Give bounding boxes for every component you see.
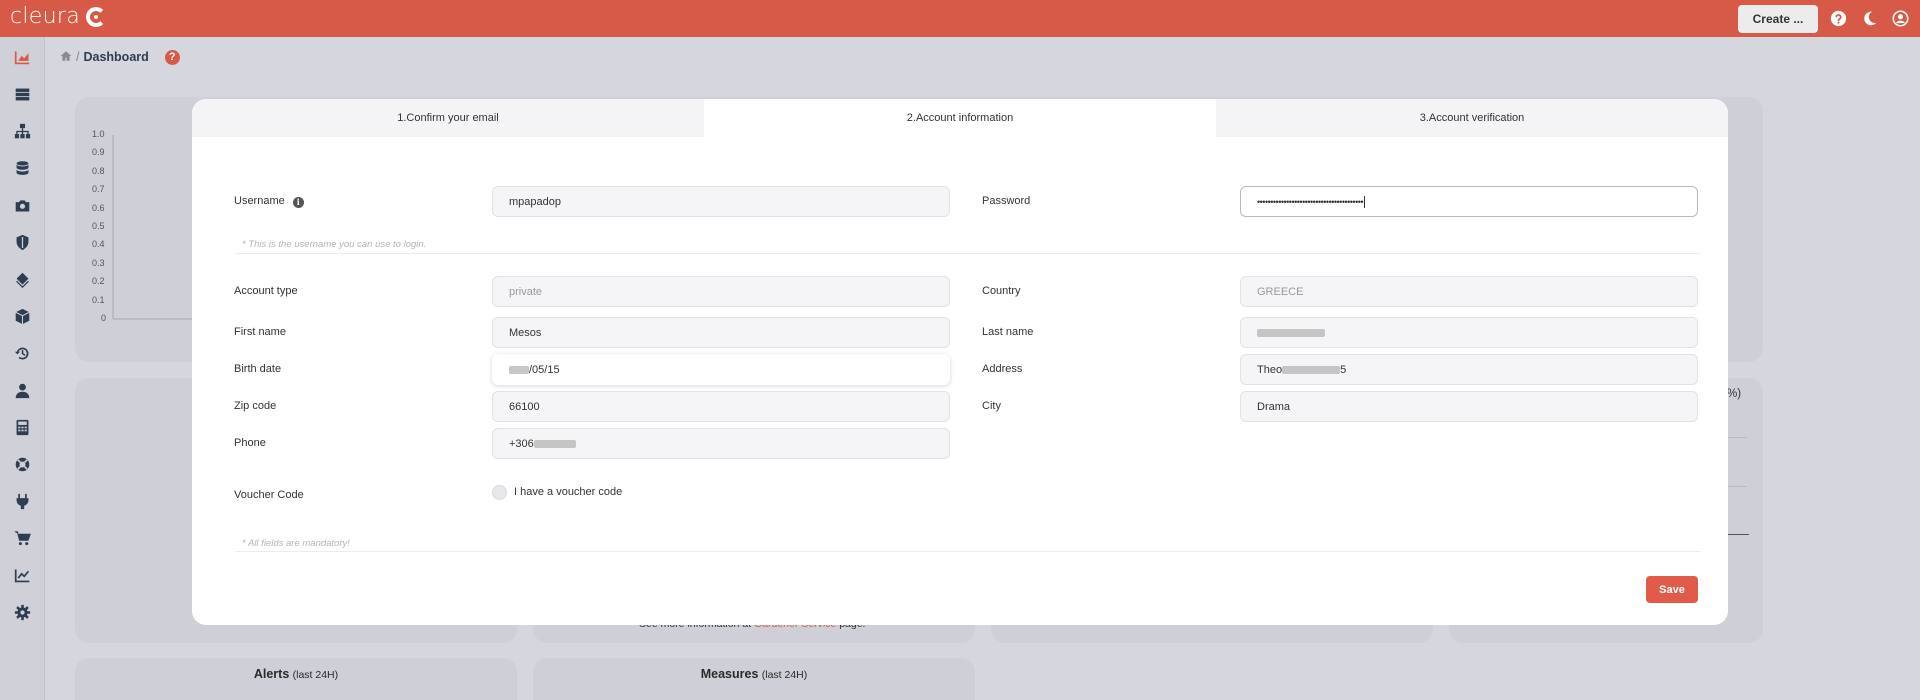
sidebar-dashboard-chart-icon[interactable]	[12, 47, 32, 67]
chart-y-tick: 0.2	[92, 276, 105, 287]
measures-title-text: Measures	[700, 667, 759, 681]
alerts-title-text: Alerts	[253, 667, 290, 681]
city-input[interactable]: Drama	[1240, 391, 1698, 422]
chart-y-tick: 0.1	[92, 294, 105, 305]
voucher-checkbox-label[interactable]: I have a voucher code	[514, 486, 622, 498]
birth-date-label: Birth date	[234, 363, 282, 375]
password-masked-value: ••••••••••••••••••••••••••••••••••••••••	[1257, 196, 1364, 207]
tab-account-information[interactable]: 2.Account information	[704, 99, 1216, 137]
dark-mode-moon-icon[interactable]	[1861, 10, 1878, 27]
address-label: Address	[982, 363, 1023, 375]
alerts-subtitle: (last 24H)	[292, 669, 339, 681]
redacted-birth-year	[509, 365, 529, 374]
phone-prefix: +306	[509, 437, 534, 450]
home-icon[interactable]	[60, 50, 72, 65]
divider-bottom	[236, 551, 1700, 552]
sidebar-cart-icon[interactable]	[12, 528, 32, 548]
user-account-icon[interactable]	[1892, 10, 1909, 27]
username-label: Username i	[234, 195, 304, 208]
password-label: Password	[982, 195, 1031, 207]
username-label-text: Username	[234, 195, 285, 207]
username-input[interactable]: mpapadop	[492, 186, 950, 217]
redacted-address	[1282, 365, 1341, 374]
chart-y-tick: 0.6	[92, 202, 105, 213]
sidebar-support-lifebuoy-icon[interactable]	[12, 454, 32, 474]
last-name-label: Last name	[982, 326, 1034, 338]
breadcrumb-separator: /	[76, 50, 80, 64]
top-bar: cleura Create ...	[0, 0, 1920, 37]
sidebar-line-chart-icon[interactable]	[12, 565, 32, 585]
tab-confirm-email[interactable]: 1.Confirm your email	[192, 99, 704, 137]
sidebar-history-icon[interactable]	[12, 343, 32, 363]
chart-y-tick: 0.9	[92, 147, 105, 158]
first-name-input[interactable]: Mesos	[492, 317, 950, 348]
breadcrumb-current: Dashboard	[83, 50, 149, 64]
city-label: City	[982, 400, 1001, 412]
address-prefix: Theo	[1257, 363, 1283, 376]
chart-y-tick: 0.8	[92, 165, 105, 176]
text-cursor	[1364, 195, 1366, 208]
mandatory-note: * All fields are mandatory!	[242, 538, 350, 549]
password-input[interactable]: ••••••••••••••••••••••••••••••••••••••••	[1240, 186, 1698, 217]
birth-date-input[interactable]: /05/15	[492, 354, 950, 385]
sidebar-database-icon[interactable]	[12, 158, 32, 178]
logo-text: cleura	[10, 4, 81, 29]
chart-y-tick: 0.5	[92, 221, 105, 231]
divider-top	[236, 253, 1700, 254]
redacted-phone	[533, 439, 576, 448]
account-type-label: Account type	[234, 285, 298, 297]
chart-y-tick: 1.0	[92, 129, 105, 139]
first-name-label: First name	[234, 326, 286, 338]
sidebar-box-icon[interactable]	[12, 306, 32, 326]
sidebar-shield-icon[interactable]	[12, 232, 32, 252]
sidebar-layers-icon[interactable]	[12, 269, 32, 289]
phone-label: Phone	[234, 437, 266, 449]
save-button[interactable]: Save	[1646, 576, 1698, 603]
sidebar-network-icon[interactable]	[12, 121, 32, 141]
username-info-icon[interactable]: i	[292, 196, 304, 208]
measures-subtitle: (last 24H)	[761, 669, 808, 681]
birth-date-suffix: /05/15	[529, 363, 560, 376]
address-suffix: 5	[1340, 363, 1347, 376]
sidebar-settings-gear-icon[interactable]	[12, 602, 32, 622]
zip-code-label: Zip code	[234, 400, 277, 412]
account-type-input: private	[492, 276, 950, 307]
alerts-title: Alerts (last 24H)	[75, 667, 517, 681]
country-label: Country	[982, 285, 1021, 297]
zip-code-input[interactable]: 66100	[492, 391, 950, 422]
voucher-code-label: Voucher Code	[234, 489, 304, 501]
measures-card: Measures (last 24H)	[533, 658, 975, 700]
phone-input[interactable]: +306	[492, 428, 950, 459]
username-hint: * This is the username you can use to lo…	[242, 239, 427, 250]
account-wizard-modal: 1.Confirm your email 2.Account informati…	[192, 99, 1728, 625]
sidebar-camera-icon[interactable]	[12, 195, 32, 215]
address-input[interactable]: Theo 5	[1240, 354, 1698, 385]
chart-y-tick: 0.7	[92, 184, 105, 195]
sidebar-plug-icon[interactable]	[12, 491, 32, 511]
last-name-input[interactable]	[1240, 317, 1698, 348]
sidebar-user-icon[interactable]	[12, 380, 32, 400]
chart-y-tick: 0	[101, 313, 107, 323]
page-help-icon[interactable]: ?	[164, 49, 180, 65]
wizard-tabs: 1.Confirm your email 2.Account informati…	[192, 99, 1728, 137]
create-button[interactable]: Create ...	[1738, 5, 1818, 33]
pct-fragment: %)	[1727, 388, 1742, 400]
cleura-logo[interactable]: cleura	[10, 4, 107, 29]
breadcrumb: / Dashboard ?	[60, 48, 180, 66]
chart-y-tick: 0.3	[92, 257, 105, 268]
logo-mark-icon	[86, 6, 107, 27]
measures-title: Measures (last 24H)	[533, 667, 975, 681]
sidebar-calculator-icon[interactable]	[12, 417, 32, 437]
chart-y-tick: 0.4	[92, 239, 105, 250]
tab-account-verification[interactable]: 3.Account verification	[1216, 99, 1728, 137]
sidebar	[0, 37, 45, 700]
help-icon[interactable]	[1830, 10, 1847, 27]
sidebar-servers-icon[interactable]	[12, 84, 32, 104]
country-input: GREECE	[1240, 276, 1698, 307]
alerts-card: Alerts (last 24H)	[75, 658, 517, 700]
redacted-last-name	[1257, 328, 1325, 337]
voucher-checkbox[interactable]	[492, 485, 507, 500]
